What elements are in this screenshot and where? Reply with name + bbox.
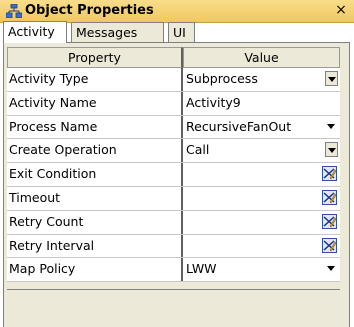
chevron-down-icon[interactable] [325,142,338,158]
property-value-cell[interactable]: LWW [183,258,340,281]
property-label: Retry Count [7,210,183,234]
table-row[interactable]: Map Policy LWW [7,258,340,283]
property-label: Timeout [7,186,183,210]
property-value-cell[interactable] [183,235,340,258]
close-button[interactable]: × [334,1,348,19]
property-label: Retry Interval [7,234,183,258]
property-label: Activity Type [7,68,183,91]
object-properties-panel: Object Properties × Activity Messages UI… [0,0,354,327]
tab-messages[interactable]: Messages [71,22,164,42]
property-value-cell[interactable]: Subprocess [183,68,340,91]
activity-name-field[interactable]: Activity9 [183,92,340,115]
activity-name-value: Activity9 [186,94,241,110]
edit-expression-icon[interactable] [322,213,337,229]
tab-activity[interactable]: Activity [3,21,67,43]
table-row[interactable]: Retry Count [7,210,340,235]
header-property[interactable]: Property [7,47,183,68]
property-label: Map Policy [7,258,183,282]
table-bottom-divider [7,289,340,290]
title-bar: Object Properties × [0,0,354,23]
map-policy-value: LWW [186,261,217,277]
table-row[interactable]: Activity Name Activity9 [7,91,340,116]
table-row[interactable]: Activity Type Subprocess [7,68,340,92]
table-row[interactable]: Exit Condition [7,163,340,187]
property-label: Exit Condition [7,163,183,186]
activity-type-value: Subprocess [186,71,258,86]
panel-title: Object Properties [25,3,154,18]
header-value[interactable]: Value [183,47,340,68]
properties-table: Activity Type Subprocess Activity Name A… [7,68,340,283]
table-row[interactable]: Process Name RecursiveFanOut [7,115,340,140]
property-value-cell[interactable] [183,187,340,210]
edit-expression-icon[interactable] [322,237,337,253]
chevron-down-icon[interactable] [325,71,338,86]
table-row[interactable]: Create Operation Call [7,139,340,164]
property-value-cell[interactable] [183,163,340,186]
property-value-cell[interactable]: Call [183,139,340,162]
property-label: Process Name [7,115,183,139]
edit-expression-icon[interactable] [322,189,337,205]
chevron-down-icon[interactable] [325,119,338,134]
chevron-down-icon[interactable] [325,261,338,276]
edit-expression-icon[interactable] [322,166,337,182]
table-row[interactable]: Timeout [7,186,340,211]
property-value-cell[interactable] [183,211,340,234]
process-name-value: RecursiveFanOut [186,118,292,134]
tab-ui[interactable]: UI [168,22,195,42]
object-hierarchy-icon [6,4,22,18]
table-row[interactable]: Retry Interval [7,234,340,259]
property-label: Create Operation [7,139,183,163]
property-value-cell[interactable]: RecursiveFanOut [183,116,340,139]
create-operation-value: Call [186,142,210,158]
property-label: Activity Name [7,91,183,115]
